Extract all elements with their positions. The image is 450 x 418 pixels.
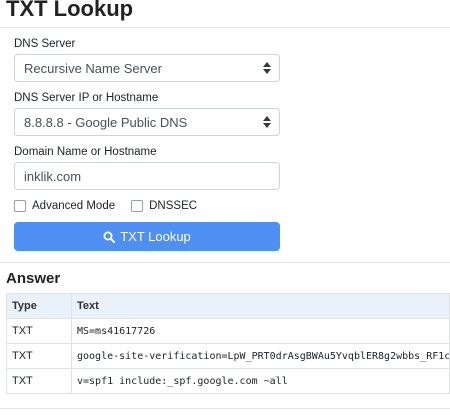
select-arrows-icon xyxy=(263,116,271,128)
domain-value: inklik.com xyxy=(24,168,82,184)
table-row: TXT google-site-verification=LpW_PRT0drA… xyxy=(6,343,450,369)
dns-server-value: Recursive Name Server xyxy=(24,60,162,76)
options-row: Advanced Mode DNSSEC xyxy=(14,198,197,214)
search-icon xyxy=(103,231,116,243)
record-type: TXT xyxy=(6,343,72,369)
domain-input[interactable]: inklik.com xyxy=(14,162,280,190)
title-divider xyxy=(0,27,450,28)
advanced-mode-checkbox[interactable] xyxy=(14,200,26,212)
answer-title: Answer xyxy=(6,270,61,287)
table-row: TXT MS=ms41617726 xyxy=(6,318,450,344)
dns-server-select[interactable]: Recursive Name Server xyxy=(14,54,280,82)
column-header-type: Type xyxy=(6,293,72,319)
column-header-text: Text xyxy=(71,293,450,319)
record-text: v=spf1 include:_spf.google.com ~all xyxy=(71,368,450,394)
domain-label: Domain Name or Hostname xyxy=(14,146,157,158)
page-title: TXT Lookup xyxy=(6,0,134,21)
table-row: TXT v=spf1 include:_spf.google.com ~all xyxy=(6,368,450,394)
txt-lookup-button-label: TXT Lookup xyxy=(120,229,191,244)
dnssec-option[interactable]: DNSSEC xyxy=(131,200,197,212)
record-type: TXT xyxy=(6,318,72,344)
dnssec-label: DNSSEC xyxy=(149,200,198,212)
select-arrows-icon xyxy=(263,62,271,74)
record-type: TXT xyxy=(6,368,72,394)
txt-lookup-button[interactable]: TXT Lookup xyxy=(14,222,280,251)
advanced-mode-option[interactable]: Advanced Mode xyxy=(14,200,115,212)
bottom-divider xyxy=(0,408,450,409)
record-text: MS=ms41617726 xyxy=(71,318,450,344)
section-divider xyxy=(0,262,450,263)
dns-server-label: DNS Server xyxy=(14,38,76,50)
dns-ip-select[interactable]: 8.8.8.8 - Google Public DNS xyxy=(14,108,280,136)
answer-table: Type Text TXT MS=ms41617726 TXT google-s… xyxy=(6,293,450,394)
dnssec-checkbox[interactable] xyxy=(131,200,144,212)
dns-ip-value: 8.8.8.8 - Google Public DNS xyxy=(24,114,188,130)
record-text: google-site-verification=LpW_PRT0drAsgBW… xyxy=(71,343,450,369)
advanced-mode-label: Advanced Mode xyxy=(32,200,116,212)
table-header-row: Type Text xyxy=(6,293,450,319)
dns-ip-label: DNS Server IP or Hostname xyxy=(14,92,159,104)
